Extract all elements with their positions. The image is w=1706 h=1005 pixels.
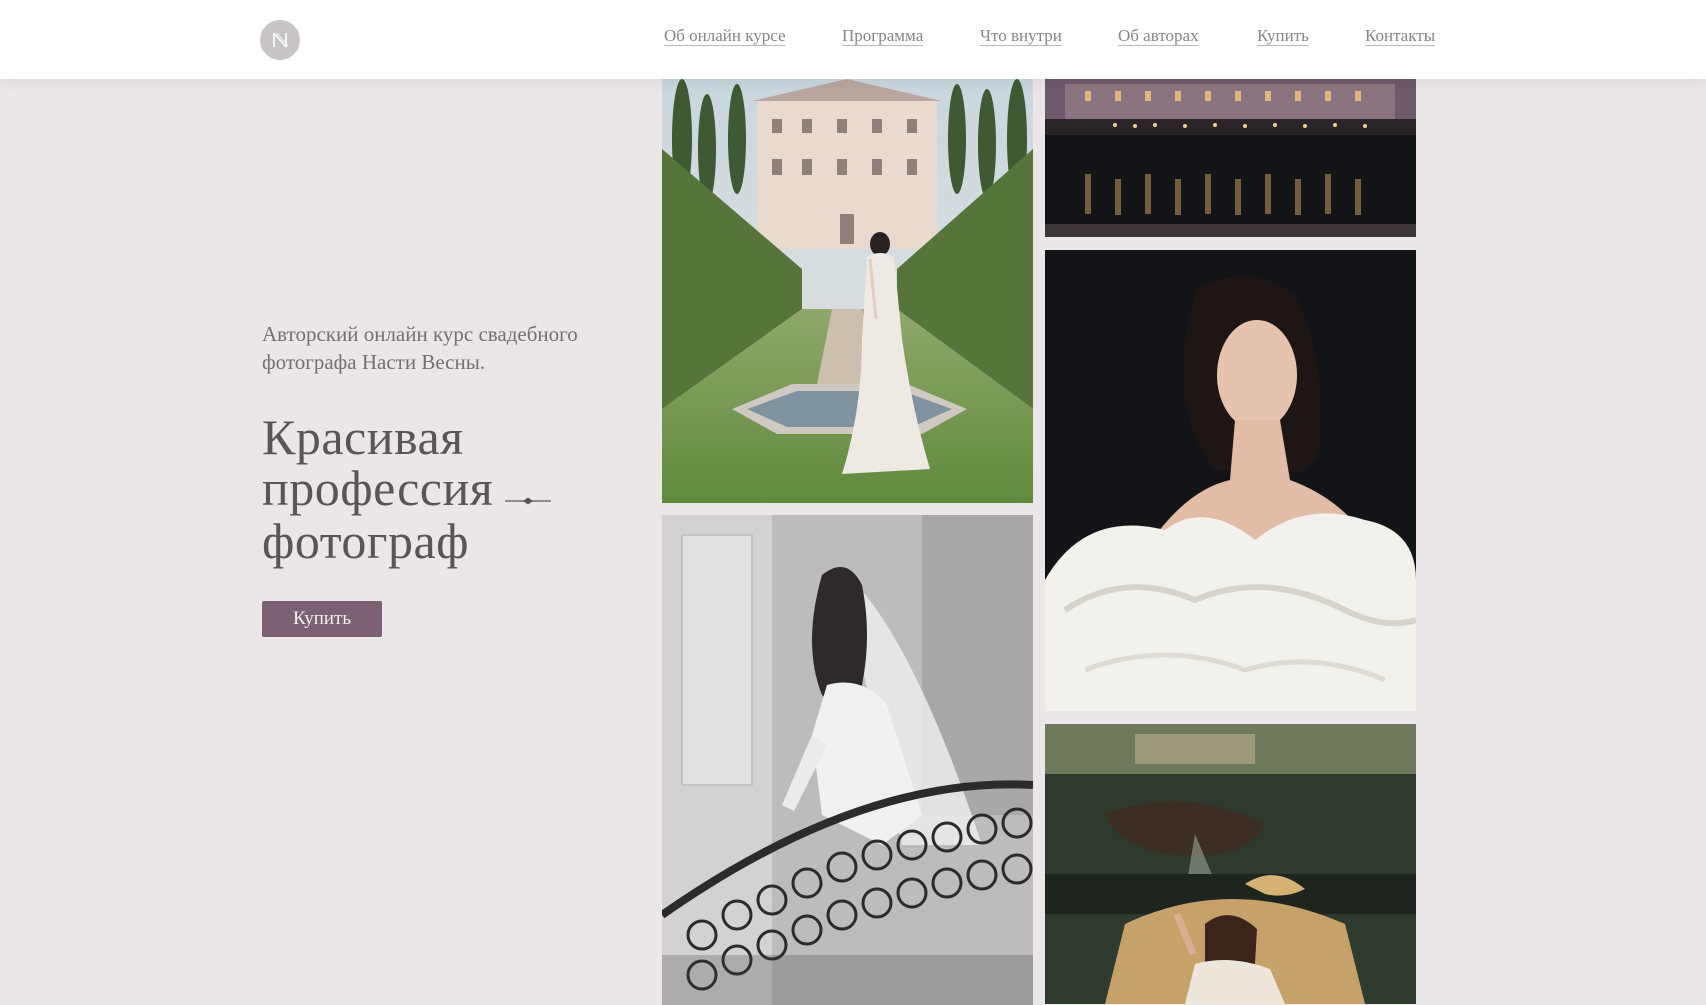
- headline-line-2-wrap: профессия: [262, 463, 642, 516]
- buy-button[interactable]: Купить: [262, 601, 382, 638]
- photo-villa-night-reflection: [1045, 79, 1416, 237]
- arrow-dash-icon: [505, 465, 552, 516]
- photo-woman-painting-backdrop: [1045, 724, 1416, 1004]
- nav-link-contacts[interactable]: Контакты: [1365, 26, 1435, 46]
- headline-line-2: профессия: [262, 460, 494, 516]
- site-header: Об онлайн курсе Программа Что внутри Об …: [0, 0, 1706, 79]
- nav-link-about-course[interactable]: Об онлайн курсе: [664, 26, 786, 46]
- photo-bride-villa-garden: [662, 79, 1033, 503]
- photo-portrait-white-dress: [1045, 250, 1416, 711]
- hero-section: Авторский онлайн курс свадебного фотогра…: [262, 320, 642, 638]
- hero-headline: Красивая профессия фотограф: [262, 412, 642, 567]
- photo-bride-staircase-bw: [662, 515, 1033, 1005]
- logo-icon[interactable]: [260, 20, 300, 60]
- headline-line-3: фотограф: [262, 513, 470, 570]
- nav-link-authors[interactable]: Об авторах: [1118, 26, 1199, 46]
- nav-link-program[interactable]: Программа: [842, 26, 923, 46]
- nav-link-inside[interactable]: Что внутри: [980, 26, 1062, 46]
- headline-line-1: Красивая: [262, 409, 464, 465]
- nav-link-buy[interactable]: Купить: [1257, 26, 1309, 46]
- hero-subtitle: Авторский онлайн курс свадебного фотогра…: [262, 322, 578, 374]
